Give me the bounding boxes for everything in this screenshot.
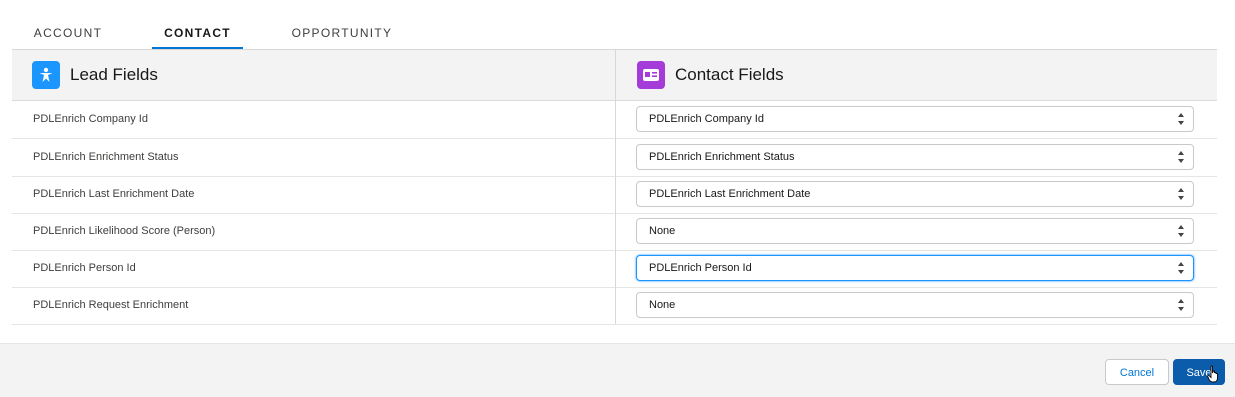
select-arrows-icon	[1178, 188, 1184, 200]
select-arrows-icon	[1178, 225, 1184, 237]
tab-contact[interactable]: CONTACT	[152, 18, 243, 49]
select-value: None	[649, 225, 676, 237]
column-divider	[615, 50, 616, 324]
contact-fields-title: Contact Fields	[675, 65, 784, 84]
cancel-button[interactable]: Cancel	[1105, 359, 1169, 385]
lead-field-label: PDLEnrich Company Id	[33, 113, 148, 125]
field-mapping-table: Lead Fields Contact Fields PDLEnrich Com…	[12, 49, 1217, 325]
select-value: PDLEnrich Last Enrichment Date	[649, 188, 811, 200]
select-value: PDLEnrich Enrichment Status	[649, 151, 795, 163]
contact-field-select[interactable]: PDLEnrich Company Id	[636, 106, 1194, 132]
modal-footer: Cancel Save	[0, 343, 1235, 397]
select-arrows-icon	[1178, 299, 1184, 311]
lead-field-label: PDLEnrich Request Enrichment	[33, 299, 189, 311]
lead-person-icon	[32, 61, 60, 89]
lead-fields-header: Lead Fields	[32, 50, 158, 100]
contact-field-select[interactable]: None	[636, 218, 1194, 244]
select-arrows-icon	[1178, 151, 1184, 163]
select-value: PDLEnrich Person Id	[649, 262, 752, 274]
object-tabs: ACCOUNT CONTACT OPPORTUNITY	[12, 18, 1217, 50]
contact-field-select[interactable]: None	[636, 292, 1194, 318]
lead-fields-title: Lead Fields	[70, 65, 158, 84]
contact-field-select[interactable]: PDLEnrich Last Enrichment Date	[636, 181, 1194, 207]
select-value: PDLEnrich Company Id	[649, 113, 764, 125]
contact-field-select[interactable]: PDLEnrich Enrichment Status	[636, 144, 1194, 170]
hand-cursor-icon	[1207, 365, 1218, 383]
lead-field-label: PDLEnrich Enrichment Status	[33, 151, 179, 163]
lead-field-label: PDLEnrich Person Id	[33, 262, 136, 274]
contact-card-icon	[637, 61, 665, 89]
select-arrows-icon	[1178, 262, 1184, 274]
contact-fields-header: Contact Fields	[637, 50, 784, 100]
contact-field-select[interactable]: PDLEnrich Person Id	[636, 255, 1194, 281]
select-value: None	[649, 299, 676, 311]
select-arrows-icon	[1178, 113, 1184, 125]
tab-opportunity[interactable]: OPPORTUNITY	[274, 18, 410, 48]
lead-field-label: PDLEnrich Likelihood Score (Person)	[33, 225, 216, 237]
lead-field-label: PDLEnrich Last Enrichment Date	[33, 188, 195, 200]
tab-account[interactable]: ACCOUNT	[18, 18, 118, 48]
